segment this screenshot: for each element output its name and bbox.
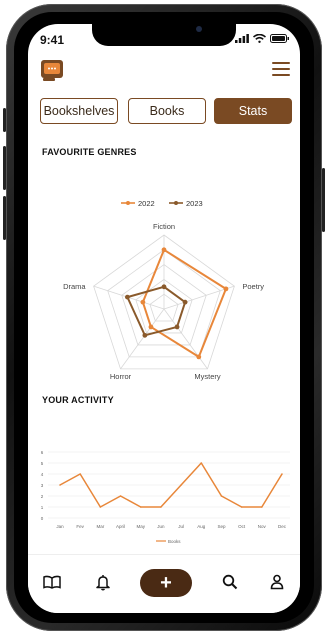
y-tick-label: 0 [41, 516, 44, 521]
y-tick-label: 3 [41, 483, 44, 488]
radar-spoke [120, 308, 165, 370]
x-tick-label: Jul [178, 524, 184, 529]
x-tick-label: Jun [157, 524, 165, 529]
phone-power-button [322, 168, 325, 232]
x-tick-label: Aug [197, 524, 206, 529]
y-tick-label: 4 [41, 472, 44, 477]
y-tick-label: 5 [41, 461, 44, 466]
tab-bar: Bookshelves Books Stats [40, 98, 292, 126]
radar-point [174, 324, 180, 330]
status-time: 9:41 [40, 33, 65, 47]
activity-line-chart: 0 1 2 3 4 5 6 Jan Fev Mar April May Jun Jul Aug Sep Oct N… [41, 450, 290, 544]
radar-point [125, 294, 130, 300]
status-icons [235, 34, 290, 43]
x-tick-label: May [136, 524, 145, 529]
radar-point [161, 247, 167, 253]
phone-volume-up [3, 146, 6, 190]
radar-point [161, 284, 167, 290]
x-tick-label: Mar [96, 524, 104, 529]
app-screen: 9:41 Bookshelves Books Stats FAVOURITE G… [28, 24, 300, 613]
signal-icon [235, 34, 249, 43]
x-tick-label: Jan [56, 524, 64, 529]
profile-icon[interactable] [266, 571, 288, 593]
phone-volume-down [3, 196, 6, 240]
line-point [79, 473, 81, 475]
line-point [59, 484, 61, 486]
radar-axis-label: Fiction [153, 222, 175, 231]
line-point [139, 506, 142, 508]
favourite-genres-title: FAVOURITE GENRES [42, 147, 137, 157]
add-icon: + [160, 571, 172, 594]
add-button[interactable]: + [140, 569, 192, 597]
radar-point [142, 332, 148, 338]
radar-axis-label: Drama [63, 282, 86, 291]
line-point [200, 462, 203, 464]
tab-stats[interactable]: Stats [214, 98, 292, 124]
line-point [180, 484, 182, 486]
x-tick-label: Dec [278, 524, 287, 529]
hamburger-icon[interactable] [272, 62, 290, 78]
radar-point [196, 354, 202, 360]
bell-icon[interactable] [92, 571, 114, 593]
x-tick-label: Sep [217, 524, 226, 529]
bottom-nav: + [28, 554, 300, 613]
tab-bookshelves[interactable]: Bookshelves [40, 98, 118, 124]
x-tick-label: Fev [76, 524, 84, 529]
y-tick-label: 2 [41, 494, 44, 499]
radar-legend: 2022 2023 [121, 199, 203, 208]
legend-marker [126, 201, 130, 205]
genres-radar-chart: 2022 2023 Fiction Poetry Mystery Horror Drama [63, 199, 264, 381]
y-tick-label: 1 [41, 505, 44, 510]
tab-books[interactable]: Books [128, 98, 206, 124]
x-tick-label: April [116, 524, 125, 529]
line-point [160, 506, 162, 508]
legend-marker [174, 201, 178, 205]
radar-point [182, 299, 188, 305]
front-camera [196, 26, 202, 32]
radar-axis-label: Poetry [242, 282, 264, 291]
line-point [99, 506, 102, 508]
line-point [281, 473, 283, 475]
radar-point [148, 324, 154, 330]
radar-point [223, 286, 229, 292]
legend-label: 2023 [186, 199, 203, 208]
y-tick-label: 6 [41, 450, 44, 455]
line-point [220, 495, 223, 497]
x-tick-label: Oct [238, 524, 246, 529]
line-point [261, 506, 263, 508]
wifi-icon [253, 34, 266, 43]
legend-label: 2022 [138, 199, 155, 208]
line-point [119, 495, 122, 497]
radar-axis-label: Horror [110, 372, 132, 381]
notch [92, 24, 236, 46]
book-open-icon[interactable] [41, 571, 63, 593]
battery-icon [270, 34, 289, 43]
line-legend: Books [156, 539, 181, 544]
radar-point [140, 299, 146, 305]
legend-label: Books [168, 539, 181, 544]
phone-mute-switch [3, 108, 6, 132]
search-icon[interactable] [219, 571, 241, 593]
your-activity-title: YOUR ACTIVITY [42, 395, 114, 405]
book-chat-icon[interactable] [40, 58, 64, 82]
x-tick-label: Nov [258, 524, 267, 529]
line-point [240, 506, 243, 508]
radar-axis-label: Mystery [194, 372, 221, 381]
